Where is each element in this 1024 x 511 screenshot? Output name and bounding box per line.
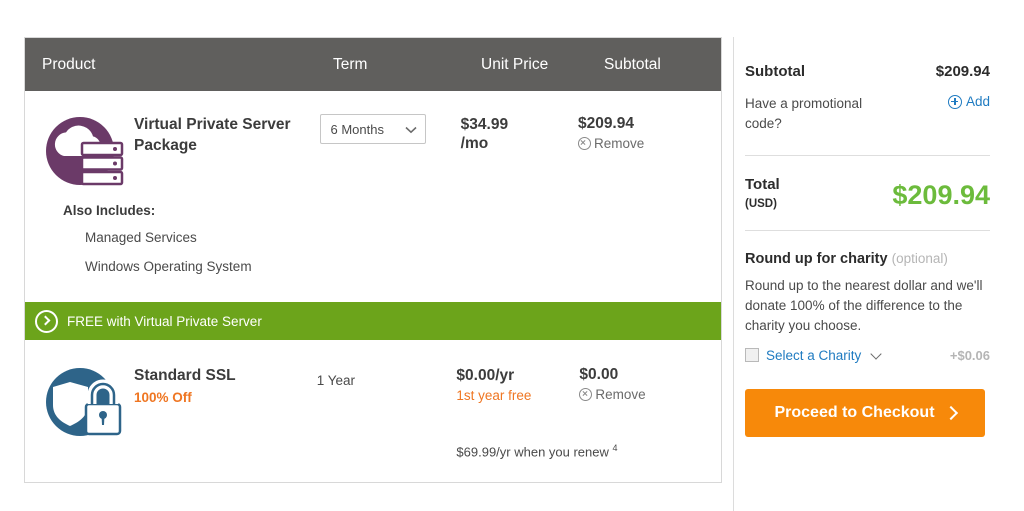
term-cell: 1 Year bbox=[317, 360, 457, 460]
plus-circle-icon bbox=[947, 94, 962, 109]
select-charity-link[interactable]: Select a Charity bbox=[766, 348, 861, 363]
table-row: Standard SSL 100% Off 1 Year $0.00/yr 1s… bbox=[25, 340, 721, 482]
vps-cloud-server-icon bbox=[42, 109, 126, 193]
charity-select-row: Select a Charity +$0.06 bbox=[745, 348, 990, 363]
table-row: Virtual Private Server Package 6 Months … bbox=[25, 91, 721, 197]
also-includes-block: Also Includes: Managed Services Windows … bbox=[25, 197, 721, 302]
charity-checkbox[interactable] bbox=[745, 348, 759, 363]
term-cell: 6 Months bbox=[319, 109, 461, 193]
subtotal-row: Subtotal $209.94 bbox=[745, 63, 990, 80]
total-label-wrap: Total (USD) bbox=[745, 176, 780, 210]
unit-price-suffix: /mo bbox=[460, 135, 489, 153]
checkout-label: Proceed to Checkout bbox=[774, 403, 935, 421]
unit-price-note: 1st year free bbox=[456, 388, 532, 404]
also-includes-item: Managed Services bbox=[85, 230, 197, 245]
product-name: Virtual Private Server Package bbox=[134, 116, 291, 154]
remove-item-button[interactable]: Remove bbox=[577, 136, 721, 151]
chevron-right-icon bbox=[943, 405, 958, 420]
total-currency: (USD) bbox=[745, 197, 777, 210]
free-with-vps-banner: FREE with Virtual Private Server bbox=[25, 302, 721, 340]
divider bbox=[745, 229, 990, 231]
total-label: Total bbox=[745, 176, 780, 194]
subtotal-cell: $0.00 Remove bbox=[579, 360, 721, 460]
renewal-note: $69.99/yr when you renew 4 bbox=[456, 443, 617, 459]
divider bbox=[745, 155, 990, 157]
term-select-dropdown[interactable]: 6 Months bbox=[319, 114, 426, 144]
remove-item-button[interactable]: Remove bbox=[579, 387, 721, 402]
charity-description: Round up to the nearest dollar and we'll… bbox=[745, 277, 983, 334]
charity-title-text: Round up for charity bbox=[745, 250, 888, 267]
subtotal-value: $0.00 bbox=[579, 366, 619, 383]
ssl-shield-lock-icon bbox=[42, 360, 126, 444]
proceed-to-checkout-button[interactable]: Proceed to Checkout bbox=[745, 388, 985, 437]
term-select-value: 6 Months bbox=[330, 121, 384, 137]
product-name-wrap: Standard SSL 100% Off bbox=[134, 360, 236, 405]
close-circle-icon bbox=[577, 137, 591, 150]
charity-section-title: Round up for charity (optional) bbox=[745, 251, 990, 267]
add-promo-label: Add bbox=[965, 94, 990, 109]
product-discount-badge: 100% Off bbox=[134, 389, 192, 405]
column-header-unit-price: Unit Price bbox=[481, 55, 549, 73]
add-promo-code-button[interactable]: Add bbox=[947, 94, 990, 109]
product-cell: Virtual Private Server Package bbox=[25, 109, 320, 193]
promo-code-question: Have a promotional code? bbox=[745, 96, 863, 131]
remove-label: Remove bbox=[593, 136, 645, 151]
product-name-wrap: Virtual Private Server Package bbox=[134, 109, 299, 156]
also-includes-title: Also Includes: bbox=[63, 203, 156, 218]
close-circle-icon bbox=[579, 388, 593, 401]
column-header-product: Product bbox=[42, 55, 96, 73]
column-header-term: Term bbox=[333, 55, 368, 73]
subtotal-value: $209.94 bbox=[577, 115, 634, 132]
charity-optional-label: (optional) bbox=[891, 250, 948, 266]
charity-roundup-amount: +$0.06 bbox=[949, 347, 990, 363]
column-header-subtotal: Subtotal bbox=[604, 55, 661, 73]
unit-price-value: $0.00/yr bbox=[456, 367, 515, 384]
subtotal-label: Subtotal bbox=[745, 63, 805, 80]
product-name: Standard SSL bbox=[134, 367, 236, 384]
order-summary-panel: Subtotal $209.94 Have a promotional code… bbox=[733, 37, 1000, 511]
unit-price-cell: $0.00/yr 1st year free $69.99/yr when yo… bbox=[456, 360, 617, 460]
total-amount: $209.94 bbox=[892, 180, 990, 211]
subtotal-cell: $209.94 Remove bbox=[577, 109, 721, 193]
term-value: 1 Year bbox=[316, 373, 355, 388]
subtotal-amount: $209.94 bbox=[935, 63, 990, 80]
unit-price-value: $34.99 bbox=[460, 116, 509, 133]
chevron-down-icon bbox=[404, 122, 417, 137]
cart-table: Product Term Unit Price Subtotal Virtual… bbox=[24, 37, 722, 483]
free-banner-text: FREE with Virtual Private Server bbox=[67, 313, 262, 329]
product-cell: Standard SSL 100% Off bbox=[25, 360, 317, 460]
chevron-down-icon[interactable] bbox=[870, 347, 882, 360]
also-includes-item: Windows Operating System bbox=[85, 259, 252, 274]
remove-label: Remove bbox=[595, 387, 646, 402]
unit-price-cell: $34.99 /mo bbox=[461, 109, 578, 193]
shopping-cart-page: Product Term Unit Price Subtotal Virtual… bbox=[0, 0, 1024, 511]
chevron-right-circle-icon bbox=[35, 309, 58, 333]
cart-table-header: Product Term Unit Price Subtotal bbox=[25, 38, 721, 91]
promo-code-row: Have a promotional code? Add bbox=[745, 94, 990, 133]
total-row: Total (USD) $209.94 bbox=[745, 176, 990, 210]
